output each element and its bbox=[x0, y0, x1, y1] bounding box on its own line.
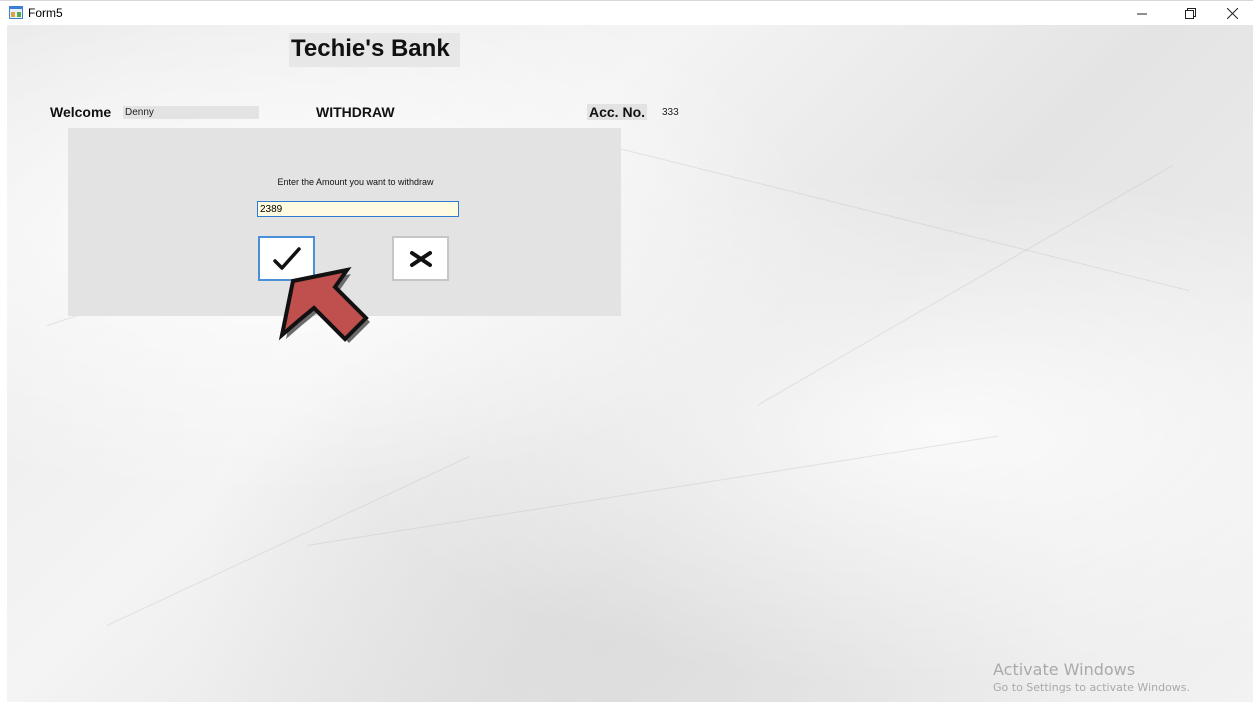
restore-icon[interactable] bbox=[1173, 1, 1207, 26]
amount-prompt: Enter the Amount you want to withdraw bbox=[277, 177, 434, 187]
red-arrow-icon bbox=[278, 267, 370, 343]
close-icon[interactable] bbox=[1215, 1, 1249, 26]
activate-windows-watermark: Activate Windows Go to Settings to activ… bbox=[993, 660, 1190, 694]
account-label: Acc. No. bbox=[587, 104, 648, 120]
minimize-icon[interactable] bbox=[1125, 1, 1159, 26]
cancel-button[interactable] bbox=[392, 236, 449, 281]
watermark-subtitle: Go to Settings to activate Windows. bbox=[993, 681, 1191, 694]
account-number: 333 bbox=[662, 107, 679, 118]
amount-input[interactable] bbox=[257, 201, 459, 217]
paper-crease bbox=[756, 165, 1173, 406]
watermark-title: Activate Windows bbox=[993, 660, 1136, 679]
paper-crease bbox=[606, 145, 1190, 292]
welcome-label: Welcome bbox=[50, 104, 112, 120]
user-name: Denny bbox=[123, 106, 259, 119]
app-icon bbox=[9, 6, 23, 19]
app-window: Form5 Techie's Bank Welcome Denny WITHDR… bbox=[0, 0, 1253, 702]
title-bar: Form5 bbox=[0, 0, 1253, 25]
paper-crease bbox=[106, 455, 470, 626]
form-client-area: Techie's Bank Welcome Denny WITHDRAW Acc… bbox=[7, 25, 1253, 702]
window-title: Form5 bbox=[28, 6, 63, 20]
paper-crease bbox=[306, 435, 999, 546]
bank-title: Techie's Bank bbox=[289, 33, 460, 67]
close-x-icon bbox=[409, 250, 432, 267]
section-title: WITHDRAW bbox=[316, 104, 395, 120]
